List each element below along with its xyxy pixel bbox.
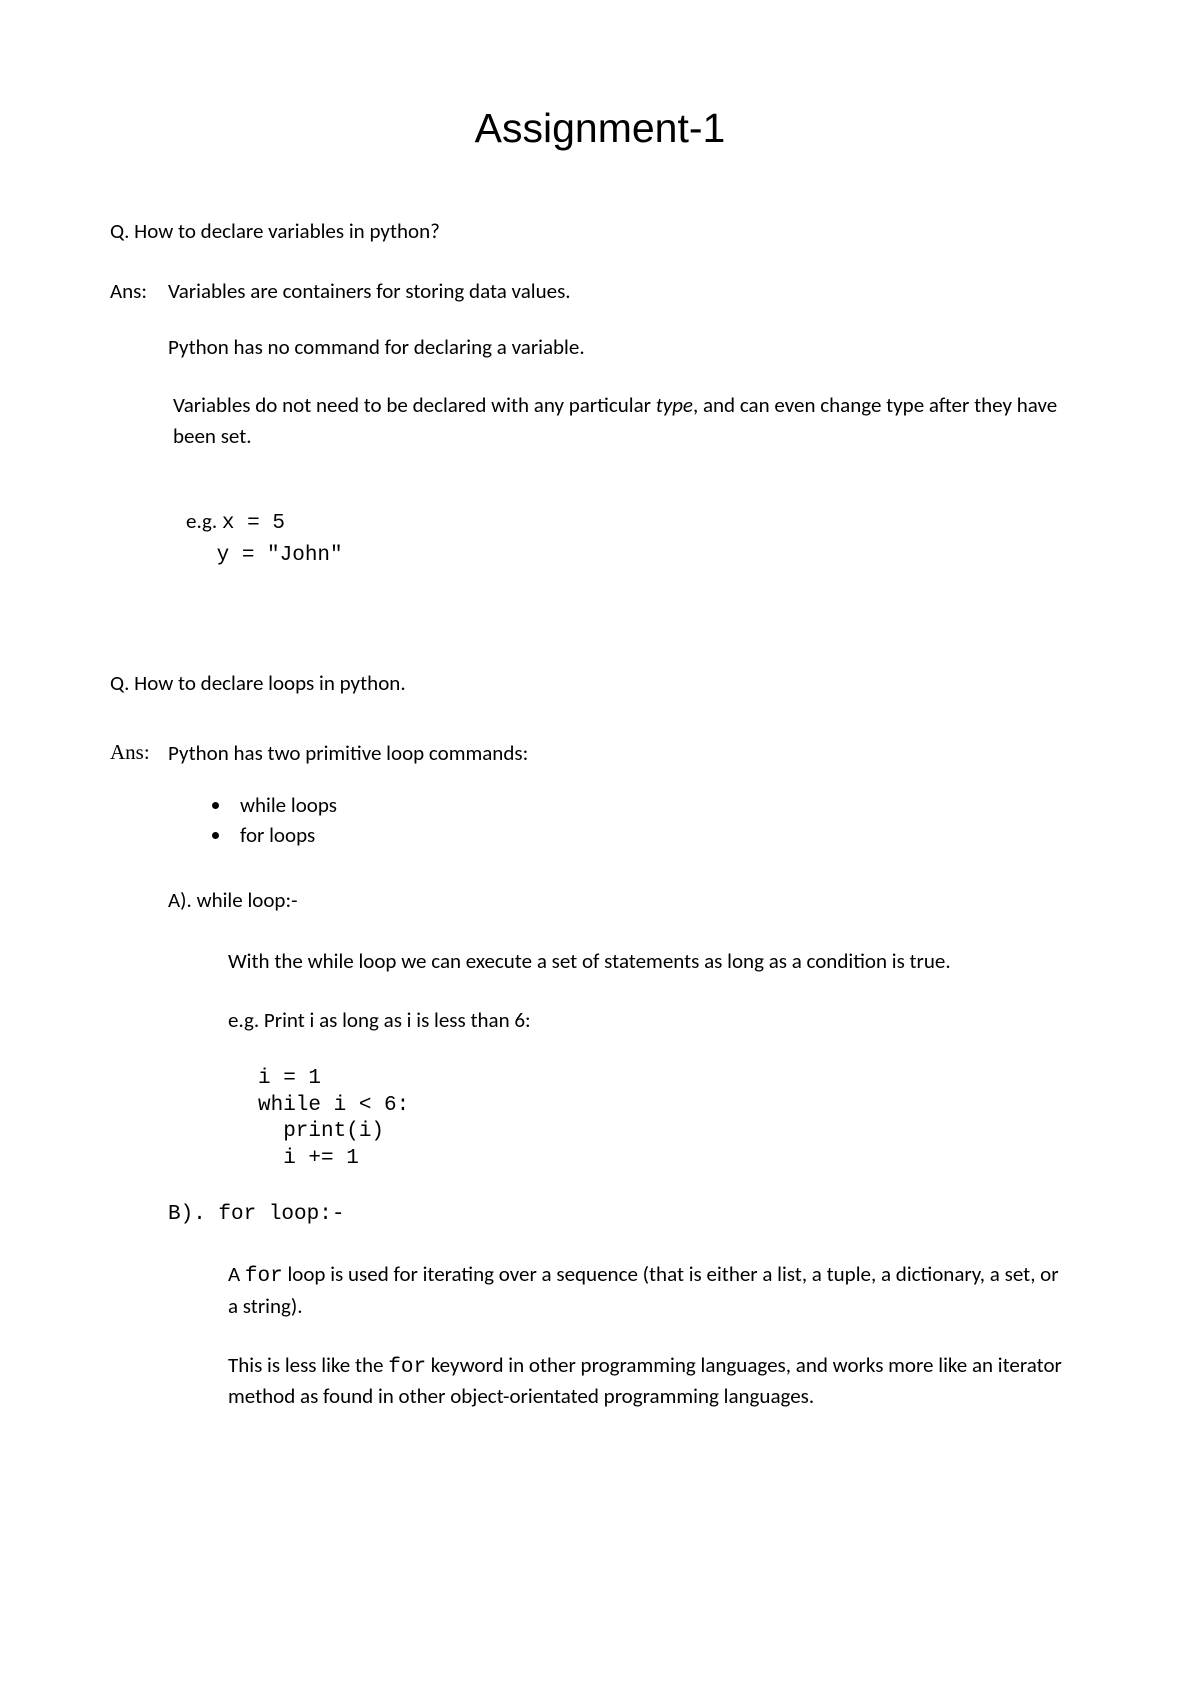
- mono-for: for: [245, 1265, 283, 1288]
- document-title: Assignment-1: [110, 105, 1090, 152]
- eg-prefix: e.g.: [186, 508, 222, 534]
- text-prefix: This is less like the: [228, 1352, 388, 1378]
- question-1: Q. How to declare variables in python?: [110, 218, 1090, 244]
- for-loop-body-1: A for loop is used for iterating over a …: [228, 1260, 1090, 1321]
- italic-type: type: [656, 392, 693, 418]
- answer-1-row: Ans: Variables are containers for storin…: [110, 278, 1090, 304]
- answer-1-line1: Variables are containers for storing dat…: [168, 278, 1090, 304]
- code-line-y: y = "John": [217, 544, 343, 567]
- list-item-for: for loops: [232, 820, 1090, 850]
- question-2: Q. How to declare loops in python.: [110, 670, 1090, 696]
- answer-label: Ans:: [110, 278, 168, 304]
- example-1-code: e.g. x = 5 e.g y = "John": [186, 507, 1090, 570]
- list-item-while: while loops: [232, 790, 1090, 820]
- text-prefix: A: [228, 1261, 245, 1287]
- text-suffix: loop is used for iterating over a sequen…: [228, 1261, 1059, 1318]
- answer-2-row: Ans: Python has two primitive loop comma…: [110, 740, 1090, 766]
- mono-for: for: [388, 1356, 426, 1379]
- for-loop-body-2: This is less like the for keyword in oth…: [228, 1351, 1090, 1412]
- while-loop-heading: A). while loop:-: [168, 887, 1090, 913]
- answer-1-line2: Python has no command for declaring a va…: [168, 332, 1090, 362]
- answer-2-intro: Python has two primitive loop commands:: [168, 740, 1090, 766]
- code-line-x: x = 5: [222, 512, 285, 535]
- loop-types-list: while loops for loops: [232, 790, 1090, 851]
- while-loop-example-label: e.g. Print i as long as i is less than 6…: [228, 1006, 1090, 1035]
- answer-label: Ans:: [110, 740, 168, 766]
- for-loop-heading: B). for loop:-: [168, 1203, 1090, 1226]
- while-loop-body: With the while loop we can execute a set…: [228, 947, 1090, 976]
- answer-1-line3: Variables do not need to be declared wit…: [173, 390, 1090, 451]
- text-prefix: Variables do not need to be declared wit…: [173, 392, 656, 418]
- while-loop-code: i = 1 while i < 6: print(i) i += 1: [258, 1066, 1090, 1174]
